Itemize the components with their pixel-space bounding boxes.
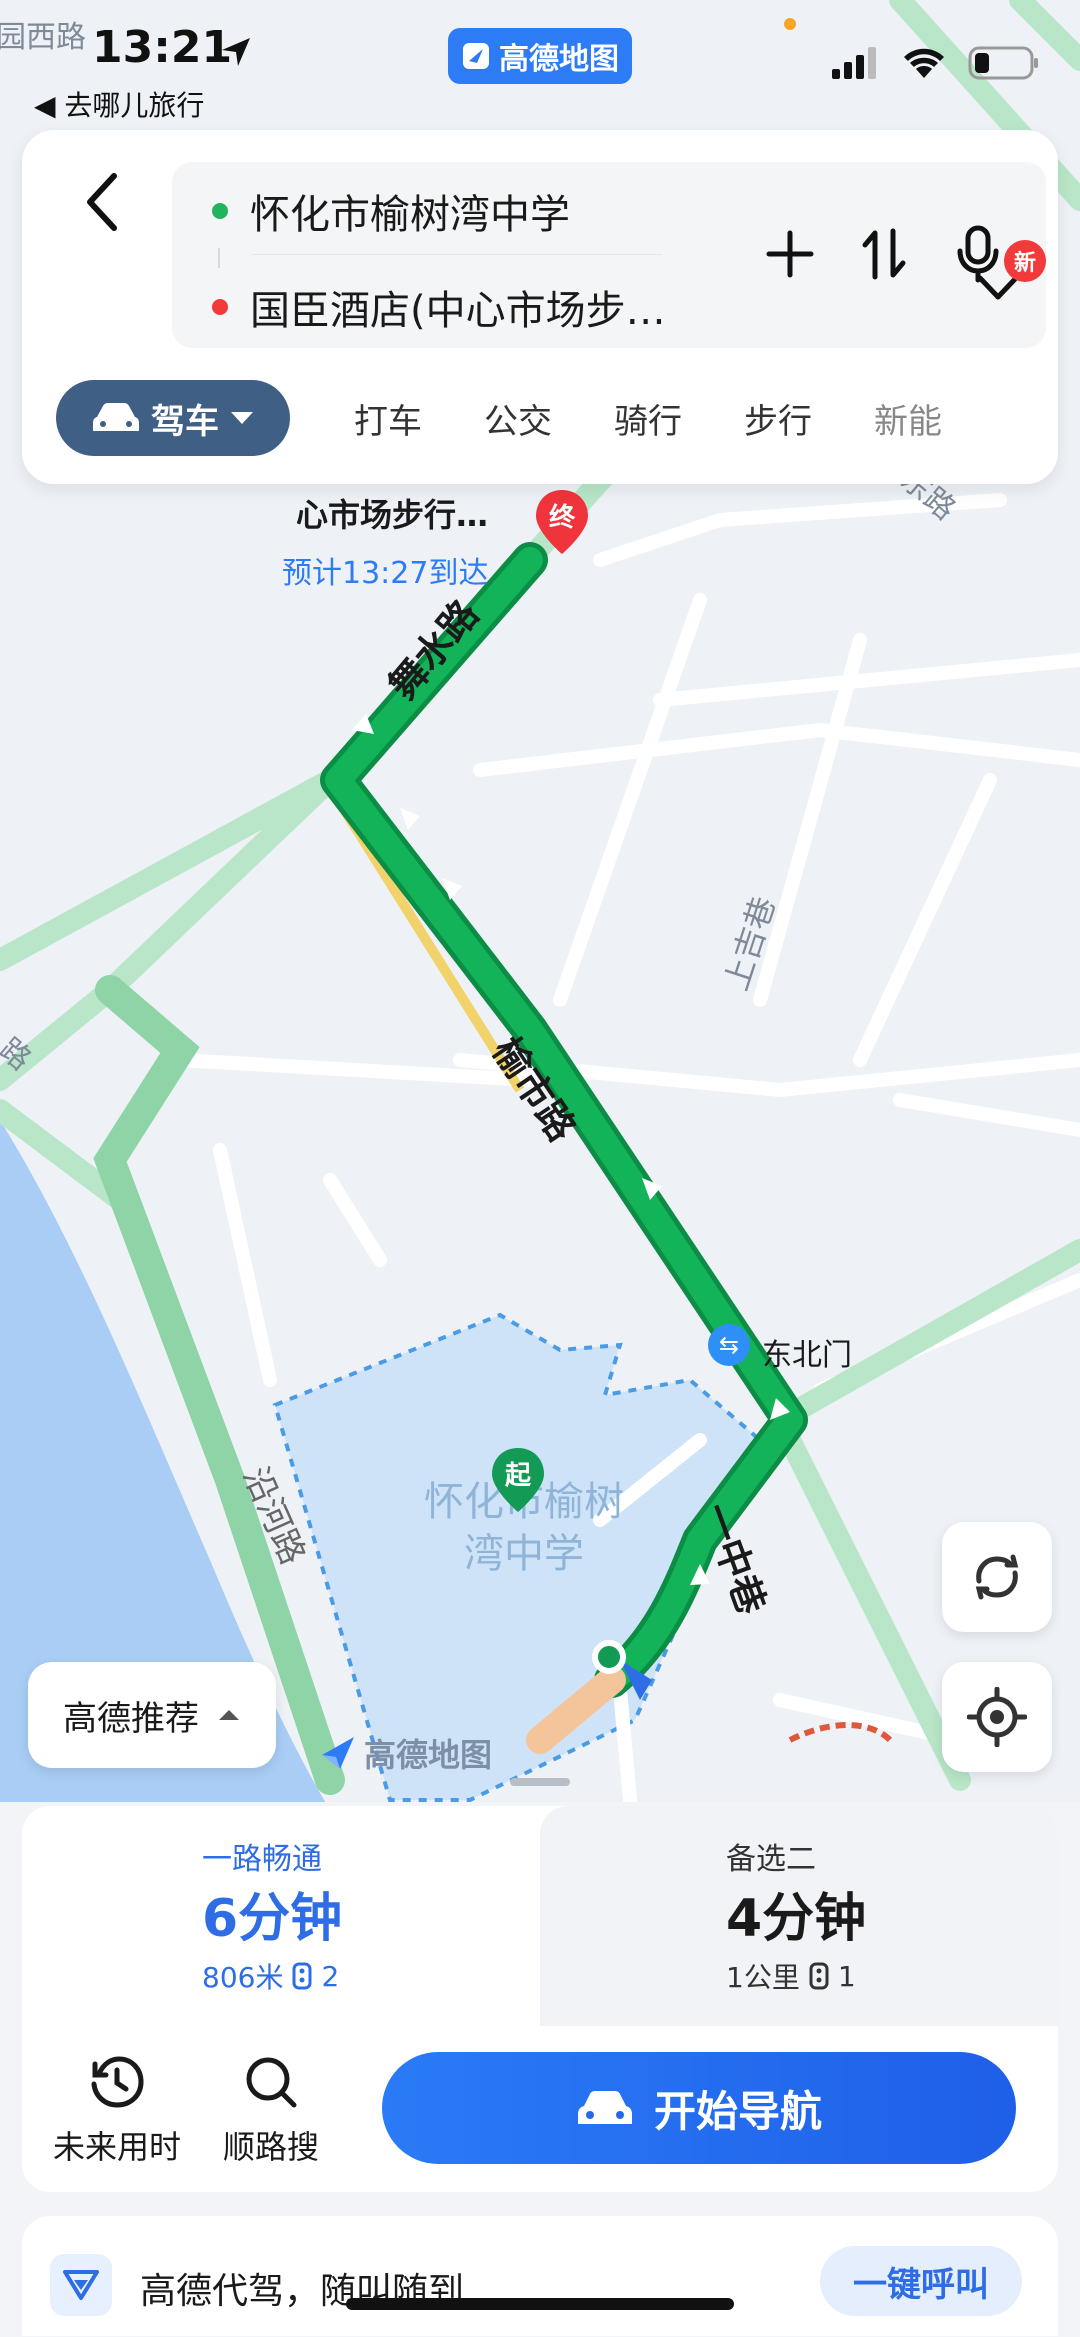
gate-icon: ⇆ [708, 1324, 750, 1366]
search-along-button[interactable]: 顺路搜 [206, 2054, 336, 2168]
route-lights: 2 [321, 1959, 340, 1993]
sheet-handle[interactable] [510, 1778, 570, 1786]
eta-label: 预计13:27到达 [282, 556, 489, 591]
brand-text: 高德地图 [364, 1736, 493, 1774]
status-time: 13:21 [92, 22, 233, 73]
location-arrow-icon [218, 34, 254, 74]
route-distance: 806米 [202, 1961, 284, 1994]
route-lights: 1 [837, 1959, 856, 1993]
traffic-light-icon [809, 1962, 829, 1990]
search-along-label: 顺路搜 [222, 2128, 319, 2166]
traffic-light-icon [292, 1962, 312, 1990]
back-button[interactable] [62, 162, 142, 242]
amap-logo-icon [322, 1737, 354, 1769]
gate-label: 东北门 [762, 1338, 852, 1373]
back-arrow-icon [87, 173, 117, 231]
car-icon [577, 2091, 632, 2124]
origin-text: 怀化市榆树湾中学 [250, 192, 570, 238]
add-waypoint-button[interactable] [762, 222, 818, 286]
tab-walking[interactable]: 步行 [744, 394, 812, 443]
brand-watermark: 高德地图 [318, 1730, 492, 1776]
app-pill-label: 高德地图 [499, 42, 619, 77]
home-indicator[interactable] [346, 2298, 734, 2310]
app-pill: 高德地图 [448, 28, 632, 84]
amap-logo-icon [463, 43, 489, 69]
call-chauffeur-button[interactable]: 一键呼叫 [820, 2246, 1022, 2316]
locate-me-button[interactable] [942, 1662, 1052, 1772]
privacy-indicator [784, 18, 796, 30]
chevron-up-icon [219, 1710, 239, 1720]
chevron-down-icon [977, 275, 1019, 300]
destination-dot-icon [212, 299, 228, 315]
route-input-box: 怀化市榆树湾中学 国臣酒店(中心市场步… [172, 162, 1046, 348]
tab-drive[interactable]: 驾车 [56, 380, 290, 456]
destination-field[interactable]: 国臣酒店(中心市场步… [212, 272, 666, 342]
signal-icon [832, 47, 876, 79]
origin-dot-icon [592, 1640, 626, 1674]
origin-field[interactable]: 怀化市榆树湾中学 [212, 176, 570, 246]
chauffeur-icon [50, 2254, 112, 2316]
future-time-button[interactable]: 未来用时 [52, 2054, 182, 2168]
chevron-down-icon [231, 412, 253, 424]
start-navigation-button[interactable]: 开始导航 [382, 2052, 1016, 2164]
plus-icon [766, 230, 814, 278]
route-separator [218, 248, 220, 268]
battery-icon [968, 46, 1038, 80]
tab-taxi[interactable]: 打车 [354, 394, 422, 443]
svg-text:起: 起 [505, 1461, 532, 1491]
route-option-1[interactable]: 一路畅通 6分钟 806米 2 [22, 1806, 540, 2026]
tab-new-energy[interactable]: 新能 [874, 394, 942, 443]
route-tag: 一路畅通 [202, 1842, 322, 1877]
map-label-road: 园西路 [0, 20, 86, 55]
car-icon [93, 403, 139, 431]
new-badge: 新 [1004, 240, 1046, 282]
status-icons [832, 46, 1040, 80]
recommend-label: 高德推荐 [63, 1698, 199, 1739]
swap-icon [862, 228, 906, 280]
destination-label[interactable]: 心市场步行… [296, 490, 488, 536]
route-meta: 806米 2 [202, 1956, 339, 1996]
transport-mode-tabs: 驾车 打车 公交 骑行 步行 新能 [56, 378, 942, 458]
route-search-card: 怀化市榆树湾中学 国臣酒店(中心市场步… 驾车 打车 公交 骑行 步行 新能 新 [22, 130, 1058, 484]
locate-icon [967, 1687, 1027, 1747]
route-tag: 备选二 [726, 1842, 816, 1877]
route-meta: 1公里 1 [726, 1956, 856, 1996]
chauffeur-promo[interactable]: 高德代驾，随叫随到 一键呼叫 [22, 2216, 1058, 2336]
route-duration: 4分钟 [726, 1889, 867, 1949]
svg-text:终: 终 [549, 502, 576, 533]
refresh-route-button[interactable] [942, 1522, 1052, 1632]
origin-dot-icon [212, 203, 228, 219]
back-to-app-link[interactable]: ◀ 去哪儿旅行 [34, 84, 204, 124]
recommend-dropdown[interactable]: 高德推荐 [28, 1662, 276, 1768]
divider [252, 254, 662, 255]
start-pin-icon[interactable]: 起 [488, 1446, 548, 1516]
start-navigation-label: 开始导航 [653, 2086, 822, 2136]
clock-icon [91, 2056, 144, 2108]
route-option-2[interactable]: 备选二 4分钟 1公里 1 [540, 1806, 1058, 2026]
route-duration: 6分钟 [202, 1889, 343, 1949]
destination-text: 国臣酒店(中心市场步… [250, 288, 666, 334]
tab-transit[interactable]: 公交 [484, 394, 552, 443]
future-time-label: 未来用时 [52, 2128, 181, 2166]
swap-button[interactable] [856, 222, 912, 286]
tab-drive-label: 驾车 [151, 401, 219, 442]
route-distance: 1公里 [726, 1961, 800, 1994]
end-pin-icon[interactable]: 终 [532, 488, 592, 558]
refresh-icon [975, 1554, 1019, 1600]
tab-cycling[interactable]: 骑行 [614, 394, 682, 443]
wifi-icon [904, 48, 944, 78]
search-icon [246, 2057, 297, 2108]
